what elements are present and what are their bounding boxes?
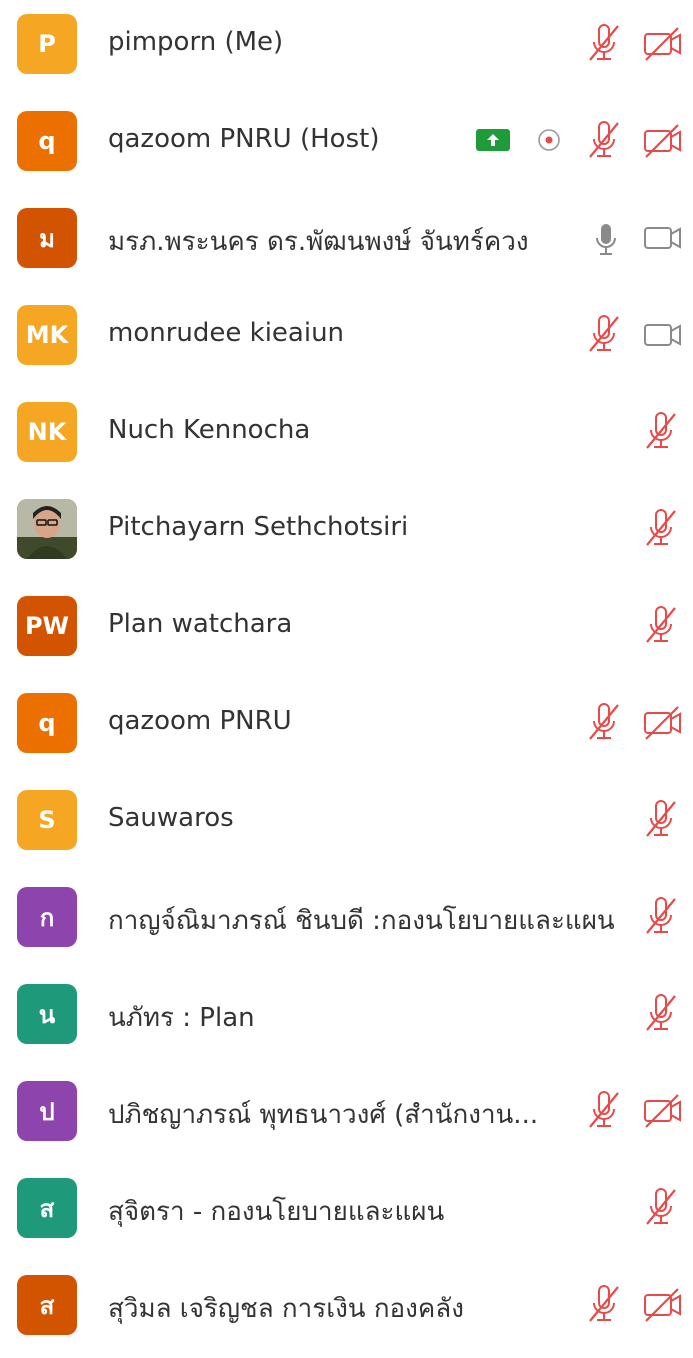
participant-name: กาญจ์ณิมาภรณ์ ชินบดี :กองนโยบายและแผน (108, 906, 615, 936)
avatar-initials: ส (39, 1194, 55, 1223)
avatar: ก (17, 887, 77, 947)
avatar: PW (17, 596, 77, 656)
muted-microphone-icon[interactable] (643, 994, 679, 1038)
avatar: MK (17, 305, 77, 365)
participant-row[interactable]: ก กาญจ์ณิมาภรณ์ ชินบดี :กองนโยบายและแผน (0, 873, 693, 970)
participant-name: monrudee kieaiun (108, 318, 345, 348)
avatar-initials: NK (27, 418, 67, 446)
muted-microphone-icon[interactable] (643, 509, 679, 553)
avatar (17, 499, 77, 559)
avatar: ป (17, 1081, 77, 1141)
muted-microphone-icon[interactable] (586, 703, 622, 747)
participant-row[interactable]: ป ปภิชญาภรณ์ พุทธนาวงศ์ (สำนักงาน... (0, 1067, 693, 1164)
participant-name: pimporn (Me) (108, 27, 284, 57)
muted-microphone-icon[interactable] (643, 1188, 679, 1232)
upload-icon (476, 129, 510, 155)
video-off-icon[interactable] (642, 1287, 684, 1327)
avatar: ม (17, 208, 77, 268)
avatar-initials: PW (24, 612, 70, 640)
avatar: q (17, 111, 77, 171)
avatar-initials: MK (25, 321, 69, 349)
avatar-initials: ส (39, 1291, 55, 1320)
participant-name: qazoom PNRU (108, 706, 292, 736)
muted-microphone-icon[interactable] (643, 606, 679, 650)
video-off-icon[interactable] (642, 123, 684, 163)
participant-row[interactable]: q qazoom PNRU (Host) (0, 97, 693, 194)
avatar-initials: ป (39, 1097, 55, 1126)
avatar-initials: q (38, 127, 56, 155)
muted-microphone-icon[interactable] (586, 1285, 622, 1329)
avatar: น (17, 984, 77, 1044)
participant-name: สุวิมล เจริญชล การเงิน กองคลัง (108, 1294, 464, 1324)
muted-microphone-icon[interactable] (586, 121, 622, 165)
participant-name: ปภิชญาภรณ์ พุทธนาวงศ์ (สำนักงาน... (108, 1100, 539, 1130)
avatar-initials: น (38, 1000, 56, 1029)
avatar-initials: S (38, 806, 56, 834)
avatar: NK (17, 402, 77, 462)
video-off-icon[interactable] (642, 705, 684, 745)
participant-name: สุจิตรา - กองนโยบายและแผน (108, 1197, 445, 1227)
participant-row[interactable]: Ppimporn (Me) (0, 0, 693, 97)
avatar: S (17, 790, 77, 850)
participant-row[interactable]: PW Plan watchara (0, 582, 693, 679)
participant-row[interactable]: ม มรภ.พระนคร ดร.พัฒนพงษ์ จันทร์ควง (0, 194, 693, 291)
participant-row[interactable]: น นภัทร : Plan (0, 970, 693, 1067)
participant-name: Nuch Kennocha (108, 415, 311, 445)
participant-row[interactable]: Pitchayarn Sethchotsiri (0, 485, 693, 582)
muted-microphone-icon[interactable] (643, 897, 679, 941)
participant-row[interactable]: ส สุจิตรา - กองนโยบายและแผน (0, 1164, 693, 1261)
avatar: P (17, 14, 77, 74)
microphone-icon[interactable] (592, 221, 620, 263)
avatar-initials: ก (39, 903, 55, 932)
avatar-initials: ม (39, 224, 55, 253)
participant-name: Pitchayarn Sethchotsiri (108, 512, 409, 542)
avatar-initials: P (38, 30, 56, 58)
participant-row[interactable]: q qazoom PNRU (0, 679, 693, 776)
muted-microphone-icon[interactable] (586, 1091, 622, 1135)
participant-name: Plan watchara (108, 609, 293, 639)
avatar: ส (17, 1275, 77, 1335)
avatar: q (17, 693, 77, 753)
avatar: ส (17, 1178, 77, 1238)
video-camera-icon[interactable] (642, 317, 684, 357)
participant-name: Sauwaros (108, 803, 234, 833)
muted-microphone-icon[interactable] (586, 24, 622, 68)
video-off-icon[interactable] (642, 26, 684, 66)
participant-name: มรภ.พระนคร ดร.พัฒนพงษ์ จันทร์ควง (108, 227, 529, 257)
participant-name: นภัทร : Plan (108, 1003, 255, 1033)
muted-microphone-icon[interactable] (643, 800, 679, 844)
participant-name: qazoom PNRU (Host) (108, 124, 380, 154)
video-camera-icon[interactable] (642, 220, 684, 260)
participant-row[interactable]: NK Nuch Kennocha (0, 388, 693, 485)
muted-microphone-icon[interactable] (586, 315, 622, 359)
participant-row[interactable]: MK monrudee kieaiun (0, 291, 693, 388)
muted-microphone-icon[interactable] (643, 412, 679, 456)
participant-row[interactable]: S Sauwaros (0, 776, 693, 873)
participant-row[interactable]: ส สุวิมล เจริญชล การเงิน กองคลัง (0, 1261, 693, 1358)
avatar-initials: q (38, 709, 56, 737)
recording-icon (535, 126, 563, 158)
video-off-icon[interactable] (642, 1093, 684, 1133)
